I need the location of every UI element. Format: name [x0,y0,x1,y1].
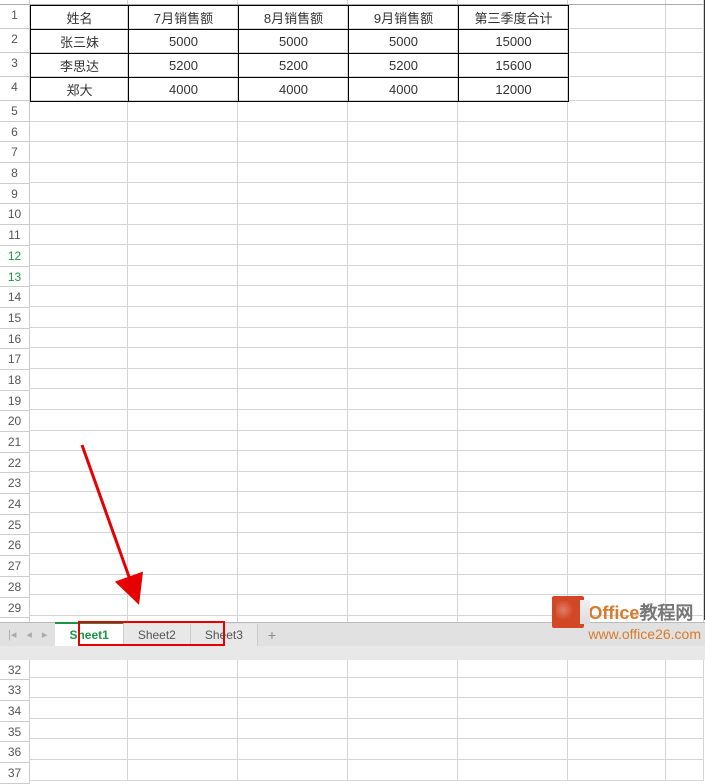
cell[interactable]: 5000 [349,30,459,54]
table-header-row: 姓名 7月销售额 8月销售额 9月销售额 第三季度合计 [31,6,569,30]
header-cell[interactable]: 7月销售额 [129,6,239,30]
row-header[interactable]: 22 [0,453,30,474]
row-header[interactable]: 17 [0,349,30,370]
row-header[interactable]: 13 [0,267,30,288]
row-header[interactable]: 23 [0,473,30,494]
cell[interactable]: 张三妹 [31,30,129,54]
table-row: 李思达 5200 5200 5200 15600 [31,54,569,78]
header-cell[interactable]: 姓名 [31,6,129,30]
row-header[interactable]: 9 [0,184,30,205]
cell[interactable]: 李思达 [31,54,129,78]
row-header[interactable]: 18 [0,370,30,391]
sheet-tabs: Sheet1 Sheet2 Sheet3 + [55,623,286,646]
tab-nav: |◂ ◂ ▸ [0,623,55,646]
cell[interactable]: 15600 [459,54,569,78]
cell[interactable]: 5000 [129,30,239,54]
sheet-tab-2[interactable]: Sheet2 [124,624,191,646]
row-header[interactable]: 34 [0,701,30,722]
row-header[interactable]: 16 [0,329,30,350]
tab-nav-first-icon[interactable]: |◂ [8,628,16,641]
data-table: 姓名 7月销售额 8月销售额 9月销售额 第三季度合计 张三妹 5000 500… [30,5,569,102]
row-header[interactable]: 20 [0,411,30,432]
row-header[interactable]: 37 [0,763,30,784]
cell[interactable]: 15000 [459,30,569,54]
header-cell[interactable]: 9月销售额 [349,6,459,30]
cell[interactable]: 12000 [459,78,569,102]
cell[interactable]: 4000 [349,78,459,102]
sheet-tab-bar: |◂ ◂ ▸ Sheet1 Sheet2 Sheet3 + [0,622,705,646]
row-header[interactable]: 25 [0,515,30,536]
row-header[interactable]: 35 [0,722,30,743]
row-header[interactable]: 2 [0,29,30,53]
cell[interactable]: 4000 [129,78,239,102]
row-header[interactable]: 29 [0,598,30,619]
tab-nav-next-icon[interactable]: ▸ [42,628,48,641]
row-header[interactable]: 21 [0,432,30,453]
cell[interactable]: 5200 [239,54,349,78]
row-header[interactable]: 19 [0,391,30,412]
sheet-tab-3[interactable]: Sheet3 [191,624,258,646]
row-header[interactable]: 7 [0,142,30,163]
row-header[interactable]: 11 [0,225,30,246]
header-cell[interactable]: 第三季度合计 [459,6,569,30]
row-header[interactable]: 36 [0,742,30,763]
status-bar [0,646,705,660]
cell[interactable]: 4000 [239,78,349,102]
row-header[interactable]: 32 [0,660,30,681]
row-header[interactable]: 24 [0,494,30,515]
add-sheet-button[interactable]: + [258,624,286,646]
table-row: 张三妹 5000 5000 5000 15000 [31,30,569,54]
row-header[interactable]: 5 [0,101,30,122]
sheet-tab-1[interactable]: Sheet1 [55,622,123,646]
row-header[interactable]: 33 [0,680,30,701]
table-row: 郑大 4000 4000 4000 12000 [31,78,569,102]
row-header[interactable]: 4 [0,77,30,101]
row-header[interactable]: 28 [0,577,30,598]
cell-area[interactable]: // placeholder removed; rows rendered be… [30,0,704,620]
row-header[interactable]: 14 [0,287,30,308]
row-header[interactable]: 8 [0,163,30,184]
row-header[interactable]: 3 [0,53,30,77]
row-header[interactable]: 1 [0,5,30,29]
row-header[interactable]: 6 [0,122,30,143]
cell[interactable]: 5200 [129,54,239,78]
cell[interactable]: 5000 [239,30,349,54]
row-header[interactable]: 10 [0,204,30,225]
cell[interactable]: 郑大 [31,78,129,102]
cell[interactable]: 5200 [349,54,459,78]
row-header[interactable]: 12 [0,246,30,267]
tab-nav-prev-icon[interactable]: ◂ [26,628,32,641]
spreadsheet-grid[interactable]: 1 2 3 4 5 6 7 8 9 10 11 12 13 14 15 16 1… [0,0,705,620]
header-cell[interactable]: 8月销售额 [239,6,349,30]
row-header[interactable]: 26 [0,535,30,556]
row-header[interactable]: 27 [0,556,30,577]
row-header-column: 1 2 3 4 5 6 7 8 9 10 11 12 13 14 15 16 1… [0,0,30,620]
row-header[interactable]: 15 [0,308,30,329]
